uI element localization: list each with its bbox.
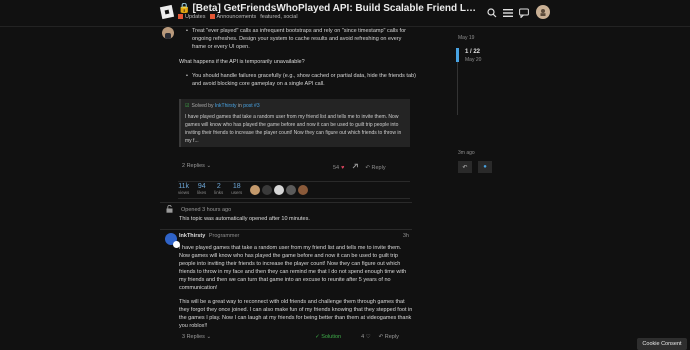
reply-body: I have played games that take a random u… [179, 244, 413, 336]
post-bullet-list-a: Treat "ever played" calls as infrequent … [186, 27, 416, 51]
stat-label: likes [197, 190, 207, 195]
participant-avatars [250, 185, 309, 195]
reply-paragraph: I have played games that take a random u… [179, 245, 407, 291]
system-time: Opened 3 hours ago [181, 207, 232, 213]
reply-paragraph: This will be a great way to reconnect wi… [179, 299, 413, 329]
post-reply-button[interactable]: ↶ Reply [365, 165, 385, 171]
post-question: What happens if the API is temporarily u… [179, 59, 305, 65]
reply-label: Reply [384, 334, 399, 340]
quote-author-link[interactable]: InkThirsty [215, 103, 237, 109]
quote-header: ☑ Solved by InkThirsty in post #3 [185, 103, 406, 109]
avatar[interactable] [274, 185, 285, 195]
quote-in-label: in [237, 103, 242, 109]
topic-stats: 11k views 94 likes 2 links 18 users [178, 181, 410, 199]
reply-time[interactable]: 3h [403, 233, 409, 239]
unlock-icon [166, 204, 173, 215]
post-actions: 54 ♥ ↶ Reply [333, 163, 386, 172]
stat-likes: 94 likes [197, 183, 206, 195]
notification-bell-icon[interactable]: ● [478, 161, 492, 173]
timeline-buttons: ↶ ● [458, 161, 492, 173]
solution-quote[interactable]: ☑ Solved by InkThirsty in post #3 I have … [179, 99, 410, 147]
roblox-logo[interactable] [159, 4, 175, 20]
post-bullet-list-b: You should handle failures gracefully (e… [186, 72, 416, 88]
hamburger-icon[interactable] [500, 5, 516, 21]
header-icons [484, 5, 550, 21]
topic-header: 🔒 [Beta] GetFriendsWhoPlayed API: Build S… [0, 0, 690, 27]
post-divider [160, 229, 412, 230]
list-item: Treat "ever played" calls as infrequent … [186, 27, 416, 51]
solution-indicator[interactable]: ✓ Solution [315, 334, 341, 340]
stat-label: users [231, 190, 243, 195]
post-divider [160, 202, 412, 203]
post-author-avatar[interactable] [162, 27, 174, 39]
stat-number: 11k [178, 183, 190, 190]
checkmark-icon: ☑ [185, 103, 190, 109]
like-count: 4 ♡ [361, 334, 371, 340]
reply-username[interactable]: InkThirsty [179, 233, 205, 239]
avatar[interactable] [250, 185, 261, 195]
topic-tags[interactable]: featured, social [260, 14, 297, 20]
like-count-number: 4 [361, 334, 365, 340]
stat-label: links [214, 190, 224, 195]
quote-body: I have played games that take a random u… [185, 114, 402, 144]
timeline-start-date[interactable]: May 19 [458, 35, 474, 41]
chat-icon[interactable] [516, 5, 532, 21]
like-count: 54 [333, 164, 340, 171]
cookie-consent-button[interactable]: Cookie Consent [637, 338, 687, 350]
category-badges: Updates Announcements featured, social [178, 14, 298, 20]
solved-by-label: Solved by [191, 103, 214, 109]
reply-actions: 3 Replies ⌄ ✓ Solution 4 ♡ ↶ Reply [182, 334, 414, 340]
stat-views: 11k views [178, 183, 189, 195]
stat-number: 94 [197, 183, 206, 190]
category-announcements[interactable]: Announcements [209, 14, 257, 20]
timeline-post-count: 1 / 22 [465, 49, 481, 55]
reply-replies-button[interactable]: 3 Replies ⌄ [182, 334, 211, 340]
stat-links[interactable]: 2 links [214, 183, 223, 195]
stat-label: views [178, 190, 190, 195]
heart-outline-icon[interactable]: ♡ [366, 334, 371, 340]
heart-icon[interactable]: ♥ [341, 165, 344, 171]
topic-title[interactable]: 🔒 [Beta] GetFriendsWhoPlayed API: Build S… [178, 3, 478, 14]
link-icon[interactable] [352, 163, 359, 172]
timeline-end-date[interactable]: 3m ago [458, 150, 475, 156]
post-replies-button[interactable]: 2 Replies ⌄ [182, 163, 211, 169]
reply-user-title: Programmer [208, 233, 240, 239]
avatar[interactable] [262, 185, 273, 195]
system-notice: Opened 3 hours ago [166, 204, 232, 215]
stat-users[interactable]: 18 users [231, 183, 242, 195]
reply-topic-button[interactable]: ↶ [458, 161, 472, 173]
category-color-swatch [209, 14, 215, 20]
topic-title-text[interactable]: [Beta] GetFriendsWhoPlayed API: Build Sc… [192, 3, 478, 14]
timeline-current-date: May 20 [465, 57, 482, 63]
lock-icon: 🔒 [178, 3, 191, 14]
list-item: You should handle failures gracefully (e… [186, 72, 416, 88]
avatar[interactable] [286, 185, 297, 195]
system-text: This topic was automatically opened afte… [179, 216, 310, 222]
user-avatar[interactable] [536, 5, 550, 19]
category-label[interactable]: Updates [185, 14, 206, 20]
stat-number: 18 [232, 183, 241, 190]
category-color-swatch [178, 14, 183, 20]
quote-post-link[interactable]: post #3 [243, 103, 259, 109]
reply-button[interactable]: ↶ Reply [379, 334, 399, 340]
reply-label: Reply [371, 164, 386, 171]
timeline-handle[interactable] [456, 48, 459, 62]
avatar[interactable] [298, 185, 309, 195]
category-updates[interactable]: Updates [178, 14, 206, 20]
reply-header: InkThirsty Programmer 3h [179, 233, 409, 239]
search-icon[interactable] [484, 5, 500, 21]
category-label[interactable]: Announcements [217, 14, 257, 20]
stat-number: 2 [216, 183, 221, 190]
